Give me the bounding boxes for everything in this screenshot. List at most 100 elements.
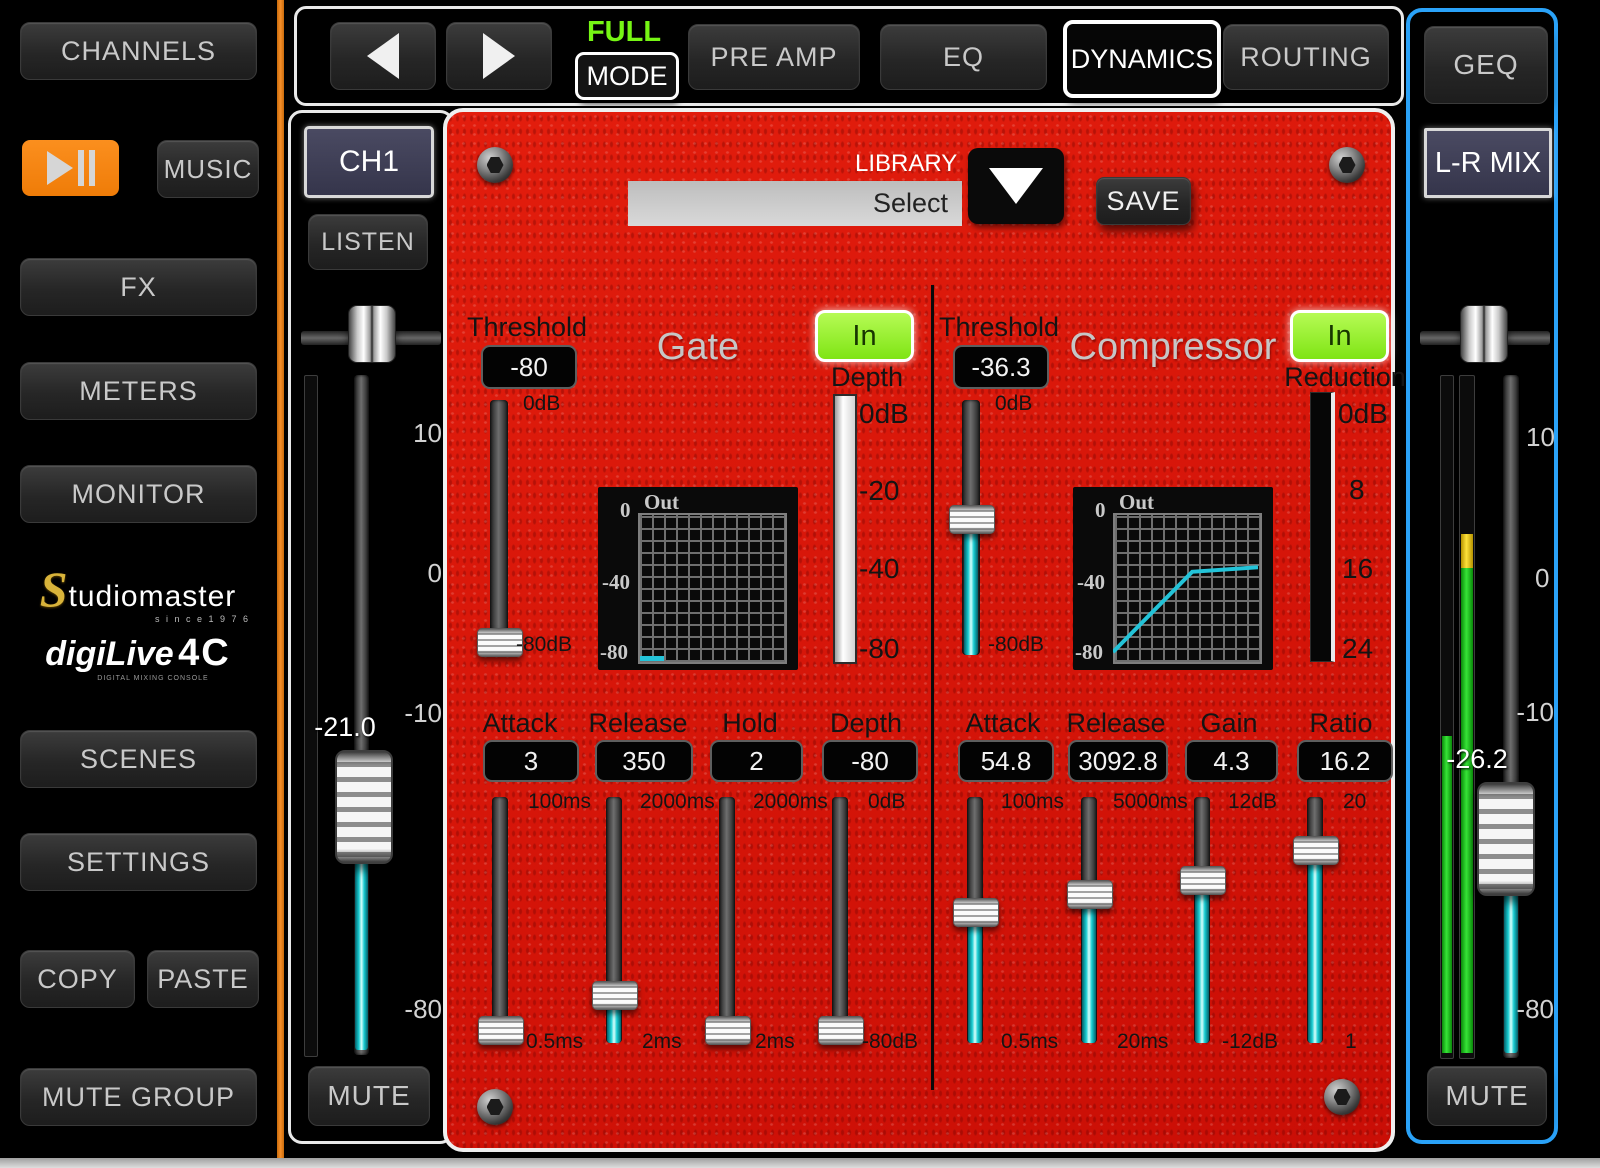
sidebar-item-music[interactable]: MUSIC [157,140,259,198]
comp-threshold-knob[interactable] [949,505,995,534]
full-mode-indicator: FULL [575,16,673,49]
channels-label: CHANNELS [61,36,216,67]
sidebar-item-settings[interactable]: SETTINGS [20,833,257,891]
master-pan-knob[interactable] [1460,305,1508,363]
comp-gain-value: 4.3 [1185,740,1278,782]
gate-release-knob[interactable] [592,981,638,1010]
comp-threshold-fill [964,532,978,655]
gate-threshold-value: -80 [481,345,577,389]
comp-attack-fill [968,925,982,1043]
comp-curve [1113,513,1258,660]
studiomaster-logo: Studiomaster s i n c e 1 9 7 6 digiLive … [12,572,264,682]
gate-hold-knob[interactable] [705,1016,751,1045]
comp-gain-label: Gain [1169,708,1289,739]
library-dropdown-button[interactable] [968,148,1064,224]
channel-select-button[interactable]: CH1 [304,126,434,198]
arrow-left-icon [367,33,399,79]
comp-release-fill [1082,907,1096,1043]
channel-scale-10: 10 [400,418,442,449]
geq-button[interactable]: GEQ [1424,26,1548,104]
tab-dynamics-active[interactable]: DYNAMICS [1063,20,1221,98]
comp-release-knob[interactable] [1067,880,1113,909]
gate-release-fill [607,1008,621,1043]
gate-in-button[interactable]: In [815,310,914,362]
console-screen: CHANNELS MUSIC FX METERS MONITOR Studiom… [0,0,1600,1168]
gate-release-value: 350 [595,740,693,782]
gate-attack-track[interactable] [492,797,508,1043]
arrow-right-icon [483,33,515,79]
channel-pan-knob[interactable] [348,305,396,363]
gate-attack-label: Attack [460,708,580,739]
gate-attack-knob[interactable] [478,1016,524,1045]
gate-hold-label: Hold [690,708,810,739]
next-channel-button[interactable] [446,22,552,90]
music-label: MUSIC [164,154,253,185]
gate-in-label: In [852,320,876,353]
tab-routing[interactable]: ROUTING [1223,24,1389,90]
master-scale-10: 10 [1526,422,1556,453]
comp-threshold-value: -36.3 [953,345,1049,389]
master-mute-label: MUTE [1445,1080,1528,1112]
gate-release-max: 2000ms [640,790,715,814]
channel-fader-fill [355,858,368,1050]
gate-hold-value: 2 [710,740,803,782]
prev-channel-button[interactable] [330,22,436,90]
channel-mute-button[interactable]: MUTE [308,1066,430,1126]
comp-release-value: 3092.8 [1068,740,1168,782]
comp-ratio-fill [1308,863,1322,1043]
comp-attack-label: Attack [943,708,1063,739]
comp-attack-knob[interactable] [953,898,999,927]
gate-attack-min: 0.5ms [526,1030,583,1054]
comp-attack-value: 54.8 [958,740,1054,782]
comp-release-min: 20ms [1117,1030,1168,1054]
listen-button[interactable]: LISTEN [308,214,428,270]
sidebar-item-monitor[interactable]: MONITOR [20,465,257,523]
comp-attack-min: 0.5ms [1001,1030,1058,1054]
master-mute-button[interactable]: MUTE [1427,1066,1547,1126]
paste-button[interactable]: PASTE [147,950,259,1008]
play-pause-button[interactable] [22,140,119,196]
library-select[interactable]: Select [628,181,962,226]
comp-gain-knob[interactable] [1180,866,1226,895]
geq-label: GEQ [1453,49,1518,81]
gate-depth-label: Depth [806,708,926,739]
sidebar-divider [277,0,284,1168]
gate-hold-track[interactable] [719,797,735,1043]
channel-name: CH1 [339,145,399,179]
master-meter-right-fill [1461,568,1473,1053]
gate-threshold-max: 0dB [523,392,560,416]
tab-eq[interactable]: EQ [880,24,1047,90]
mute-group-button[interactable]: MUTE GROUP [20,1068,257,1126]
gate-threshold-track[interactable] [490,400,508,655]
save-label: SAVE [1106,186,1180,217]
save-button[interactable]: SAVE [1096,177,1191,225]
channel-scale-neg10: -10 [400,698,442,729]
sidebar-item-meters[interactable]: METERS [20,362,257,420]
channel-fader-knob[interactable] [335,750,393,864]
master-scale-neg80: -80 [1512,994,1554,1025]
meters-label: METERS [79,376,198,407]
comp-in-button[interactable]: In [1290,310,1389,362]
sidebar-item-channels[interactable]: CHANNELS [20,22,257,80]
comp-reduction-tick-8: 8 [1349,474,1365,506]
gate-graph-out-label: Out [644,490,679,515]
comp-threshold-max: 0dB [995,392,1032,416]
settings-label: SETTINGS [67,847,210,878]
comp-graph-tick-40: -40 [1077,570,1105,595]
comp-reduction-meter [1310,392,1335,662]
sidebar-item-fx[interactable]: FX [20,258,257,316]
sidebar-item-scenes[interactable]: SCENES [20,730,257,788]
copy-button[interactable]: COPY [20,950,135,1008]
gate-depth-knob[interactable] [818,1016,864,1045]
comp-ratio-knob[interactable] [1293,836,1339,865]
master-name: L-R MIX [1435,147,1541,180]
eq-label: EQ [943,42,984,73]
master-select-button[interactable]: L-R MIX [1424,128,1552,198]
fx-label: FX [120,272,157,303]
mode-button[interactable]: MODE [575,52,679,100]
library-value: Select [873,188,948,219]
gate-depth-meter-label: Depth [807,362,927,393]
tab-preamp[interactable]: PRE AMP [688,24,860,90]
master-fader-knob[interactable] [1477,782,1535,896]
gate-depth-track[interactable] [832,797,848,1043]
